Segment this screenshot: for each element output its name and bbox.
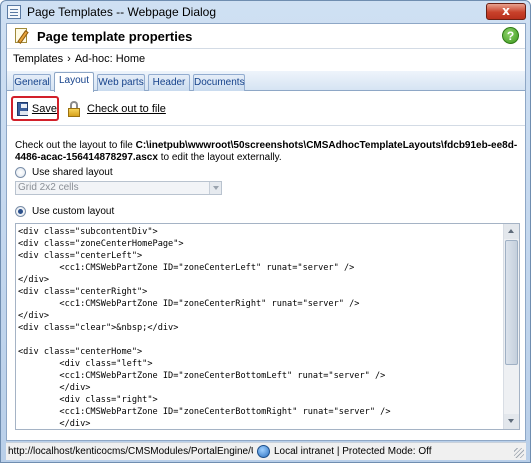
save-label: Save [31, 102, 57, 115]
status-url: http://localhost/kenticocms/CMSModules/P… [8, 446, 253, 457]
tab-bar: General Layout Web parts Header Document… [7, 71, 525, 92]
check-out-label: Check out to file [87, 103, 166, 115]
scroll-up-icon[interactable] [504, 224, 519, 239]
shared-layout-value: Grid 2x2 cells [18, 182, 79, 193]
scroll-down-icon[interactable] [504, 414, 519, 429]
breadcrumb: Templates › Ad-hoc: Home [13, 53, 145, 67]
use-custom-layout-label: Use custom layout [32, 205, 115, 217]
toolbar: Save Check out to file [7, 92, 525, 124]
breadcrumb-separator: › [67, 53, 71, 65]
dialog-content: Page template properties ? Templates › A… [6, 23, 526, 441]
use-shared-layout-option[interactable]: Use shared layout [15, 165, 113, 179]
dialog-window: Page Templates -- Webpage Dialog x Page … [0, 0, 531, 463]
resize-grip[interactable] [514, 448, 524, 458]
layout-code-text[interactable]: <div class="subcontentDiv"> <div class="… [18, 226, 503, 427]
save-button[interactable]: Save [11, 96, 59, 121]
status-bar: http://localhost/kenticocms/CMSModules/P… [6, 442, 526, 460]
tab-web-parts[interactable]: Web parts [97, 74, 145, 91]
use-custom-layout-radio[interactable] [15, 205, 26, 217]
tab-layout[interactable]: Layout [54, 72, 94, 92]
page-icon [7, 5, 21, 19]
lock-icon [67, 101, 81, 117]
page-template-icon [13, 27, 31, 45]
close-button[interactable]: x [486, 3, 526, 20]
window-title: Page Templates -- Webpage Dialog [27, 5, 216, 19]
scrollbar-thumb[interactable] [505, 240, 518, 365]
info-prefix: Check out the layout to file [15, 140, 136, 151]
security-zone: Local intranet | Protected Mode: Off [274, 446, 432, 457]
globe-icon [257, 445, 270, 458]
tab-header[interactable]: Header [148, 74, 190, 91]
checkout-info-text: Check out the layout to file C:\inetpub\… [15, 140, 520, 164]
title-bar[interactable]: Page Templates -- Webpage Dialog x [1, 1, 530, 23]
layout-code-editor[interactable]: <div class="subcontentDiv"> <div class="… [15, 223, 520, 430]
info-suffix: to edit the layout externally. [157, 152, 282, 163]
header-divider [7, 48, 525, 49]
page-title: Page template properties [37, 28, 193, 44]
chevron-down-icon [209, 182, 221, 194]
use-custom-layout-option[interactable]: Use custom layout [15, 204, 114, 218]
check-out-to-file-button[interactable]: Check out to file [67, 100, 166, 118]
breadcrumb-current: Ad-hoc: Home [74, 53, 146, 65]
help-icon[interactable]: ? [502, 27, 519, 44]
toolbar-divider [7, 125, 525, 126]
vertical-scrollbar[interactable] [503, 224, 519, 429]
shared-layout-select[interactable]: Grid 2x2 cells [15, 181, 222, 195]
tab-documents[interactable]: Documents [193, 74, 245, 91]
floppy-disk-icon [17, 101, 28, 116]
tab-general[interactable]: General [13, 74, 51, 91]
dialog-header: Page template properties ? [7, 24, 525, 48]
breadcrumb-templates-link[interactable]: Templates [13, 53, 63, 67]
use-shared-layout-label: Use shared layout [32, 166, 113, 178]
use-shared-layout-radio[interactable] [15, 166, 26, 178]
